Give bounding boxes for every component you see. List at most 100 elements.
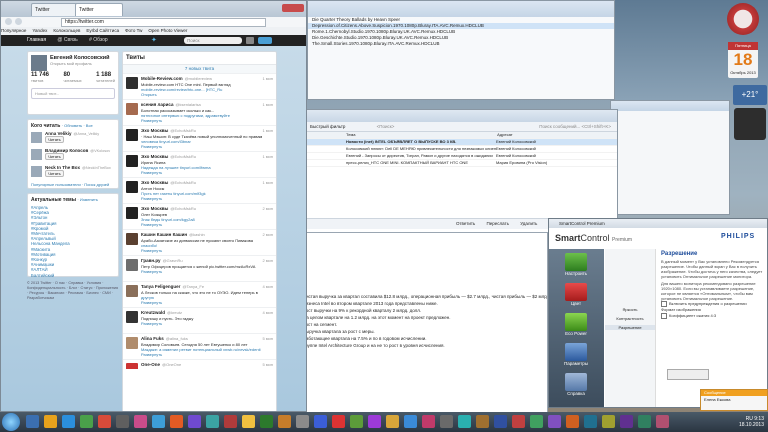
taskbar-app-icon[interactable] — [26, 415, 39, 428]
taskbar-app-icon[interactable] — [620, 415, 633, 428]
tweet-handle[interactable]: @EchoMskRu — [170, 180, 196, 185]
bookmark-item[interactable]: Колокольцев — [53, 28, 80, 33]
taskbar-app-icon[interactable] — [602, 415, 615, 428]
avatar[interactable] — [126, 337, 138, 349]
tweet-time[interactable]: 2 мин — [262, 232, 273, 237]
mail-row[interactable]: Евгений - Запросы от директив, Тигран, Р… — [306, 153, 617, 160]
sidebar-color[interactable]: Цвет — [557, 283, 595, 311]
tweet[interactable]: Kreutzwald @kreutz 4 мин Подпишу и пусть. Э… — [123, 307, 276, 333]
tweet[interactable]: Эхо Москвы @EchoMskRu 1 мин Антон Носик Пуст… — [123, 177, 276, 203]
follow-button[interactable]: Читать — [45, 170, 64, 177]
tweet-time[interactable]: 2 мин — [262, 206, 273, 211]
tweet-expand-link[interactable]: Развернуть — [141, 170, 273, 175]
avatar[interactable] — [126, 155, 138, 167]
nav-connect[interactable]: @ Связь — [57, 37, 77, 43]
follow-button[interactable]: Читать — [45, 136, 64, 143]
taskbar-app-icon[interactable] — [62, 415, 75, 428]
taskbar-app-icon[interactable] — [530, 415, 543, 428]
avatar[interactable] — [126, 77, 138, 89]
sidebar-help[interactable]: Справка — [557, 373, 595, 401]
smartcontrol-titlebar[interactable]: SmartControl Premium — [549, 219, 767, 228]
taskbar-app-icon[interactable] — [332, 415, 345, 428]
avatar[interactable] — [126, 311, 138, 323]
tweet-time[interactable]: 5 мин — [262, 362, 273, 367]
taskbar-app-icon[interactable] — [512, 415, 525, 428]
tweet[interactable]: Mobile-Review.com @mobilereview 1 мин Mobil… — [123, 73, 276, 99]
compose-input[interactable]: Новый твит... — [31, 88, 115, 99]
tweet-author[interactable]: Kreutzwald — [141, 310, 165, 315]
tweet-time[interactable]: 4 мин — [262, 310, 273, 315]
reply-button[interactable]: Ответить — [456, 221, 475, 226]
stat-tweets[interactable]: 11 746 твитов — [31, 72, 49, 83]
taskbar-app-icon[interactable] — [656, 415, 669, 428]
taskbar-app-icon[interactable] — [548, 415, 561, 428]
sidebar-adjust[interactable]: Настроить — [557, 253, 595, 281]
mail-row[interactable]: Новости (inet) INTEL ОБЪЯВЛЯЕТ О ВЫПУСКЕ… — [306, 139, 617, 146]
taskbar-app-icon[interactable] — [566, 415, 579, 428]
tweet-handle[interactable]: @EchoMskRu — [170, 154, 196, 159]
subnav-resolution[interactable]: Разрешение — [605, 325, 655, 330]
bookmark-item[interactable]: Open Photo Viewer — [148, 28, 187, 33]
taskbar-app-icon[interactable] — [350, 415, 363, 428]
tweet-expand-link[interactable]: Развернуть — [141, 118, 273, 123]
avatar[interactable] — [126, 207, 138, 219]
taskbar-app-icon[interactable] — [494, 415, 507, 428]
mail-search-input[interactable]: <Поиск> — [377, 124, 395, 129]
tweet-author[interactable]: ксения лариса — [141, 102, 174, 107]
tweet-author[interactable]: Эхо Москвы — [141, 206, 168, 211]
tweet[interactable]: Гравн.ру @GravnRu 2 мин Петр Офицеров проща… — [123, 255, 276, 281]
tweet-author[interactable]: Tanya Feligenguer — [141, 284, 180, 289]
tweet-expand-link[interactable]: Развернуть — [141, 248, 273, 253]
weather-gadget[interactable]: +21° — [733, 85, 767, 105]
taskbar-app-icon[interactable] — [134, 415, 147, 428]
nav-discover[interactable]: # Обзор — [89, 37, 108, 43]
tweet-expand-link[interactable]: Развернуть — [141, 300, 273, 305]
twitter-bird-icon[interactable]: ✦ — [151, 37, 158, 44]
notification-popup[interactable]: Сообщение Елена Ежкова — [700, 389, 768, 411]
tweet-author[interactable]: Эхо Москвы — [141, 154, 168, 159]
mail-row[interactable]: Колосовский плюют: Dell DE МЕНЯЮ привлек… — [306, 146, 617, 153]
tray-date[interactable]: 18.10.2013 — [739, 422, 764, 428]
tweet-author[interactable]: Гравн.ру — [141, 258, 161, 263]
taskbar-app-icon[interactable] — [188, 415, 201, 428]
taskbar-app-icon[interactable] — [152, 415, 165, 428]
mail-titlebar[interactable] — [306, 110, 617, 122]
taskbar-app-icon[interactable] — [206, 415, 219, 428]
tweet[interactable]: Tanya Feligenguer @Tanya_Fe 4 мин А Лесков … — [123, 281, 276, 307]
url-input[interactable]: https://twitter.com — [61, 18, 266, 27]
undo-button[interactable] — [667, 369, 709, 380]
tweet-handle[interactable]: @Tanya_Fe — [182, 284, 204, 289]
message-search-input[interactable]: Поиск сообщений... <Ctrl+Shift+K> — [539, 122, 611, 131]
tweet-expand-link[interactable]: Развернуть — [141, 352, 273, 357]
tweet-expand-link[interactable]: Развернуть — [141, 321, 273, 326]
forward-icon[interactable] — [15, 18, 22, 25]
taskbar-app-icon[interactable] — [170, 415, 183, 428]
avatar[interactable] — [126, 259, 138, 271]
who-to-follow-links[interactable]: · Обновить · Все — [62, 123, 93, 128]
tweet-author[interactable]: Кашин Кашин Кашин — [141, 232, 187, 237]
tweet[interactable]: Эхо Москвы @EchoMskRu 1 мин · Наш Мэшин: В … — [123, 125, 276, 151]
tweet-handle[interactable]: @kreutz — [167, 310, 182, 315]
window-close-button[interactable] — [282, 4, 304, 12]
taskbar-app-icon[interactable] — [278, 415, 291, 428]
tweet-time[interactable]: 1 мин — [262, 128, 273, 133]
taskbar-app-icon[interactable] — [458, 415, 471, 428]
stat-following[interactable]: 80 читаемых — [63, 72, 81, 83]
tweet-handle[interactable]: @kashin — [189, 232, 205, 237]
tweet[interactable]: ксения лариса @ksenialarisa 1 мин Болотная … — [123, 99, 276, 125]
tweet-author[interactable]: One-One — [141, 362, 160, 367]
avatar[interactable] — [126, 285, 138, 297]
forward-button[interactable]: Переслать — [487, 221, 509, 226]
start-button[interactable] — [2, 413, 20, 431]
taskbar-app-icon[interactable] — [314, 415, 327, 428]
sidebar-options[interactable]: Параметры — [557, 343, 595, 371]
calendar-gadget[interactable]: Пятница 18 Октябрь 2013 — [728, 42, 758, 78]
tweet-expand-link[interactable]: Развернуть — [141, 222, 273, 227]
tweet-time[interactable]: 1 мин — [262, 154, 273, 159]
mail-row[interactable]: пресс-релиз_HTC ONE MINI. КОМПАКТНЫЙ ВАР… — [306, 160, 617, 167]
subnav-brightness[interactable]: Яркость — [605, 307, 655, 312]
browser-tab[interactable]: Twitter — [31, 3, 79, 16]
tweet[interactable]: Эхо Москвы @EchoMskRu 2 мин Олег Козырев Зна… — [123, 203, 276, 229]
col-from[interactable]: Адресат — [497, 132, 587, 138]
tweet-expand-link[interactable]: Открыть — [141, 92, 273, 97]
